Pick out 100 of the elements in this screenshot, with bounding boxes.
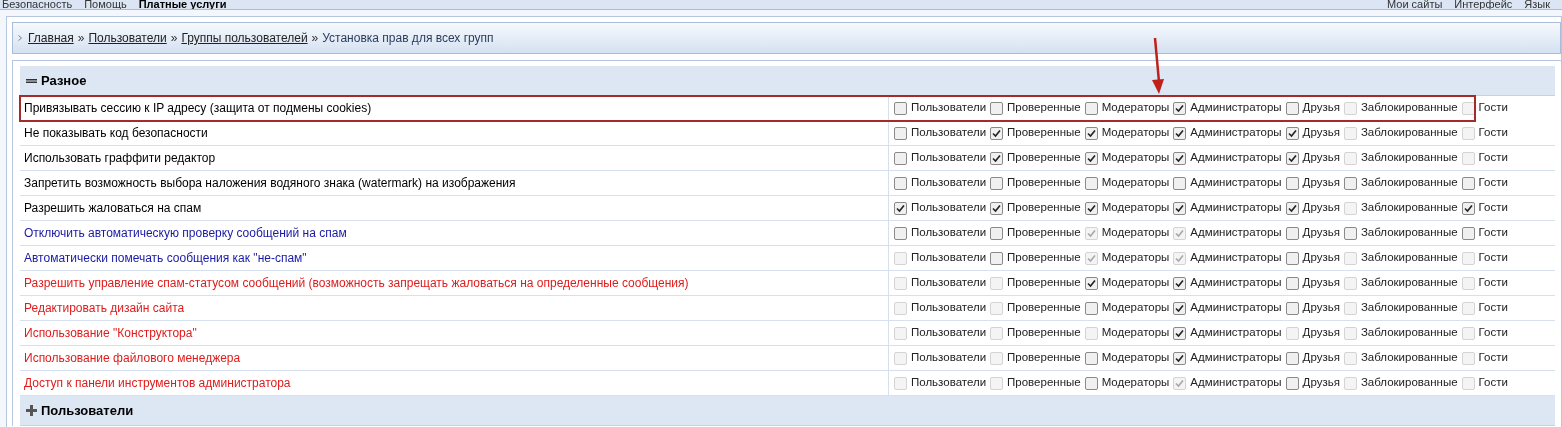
- checkbox[interactable]: [990, 251, 1004, 265]
- group-label: Гости: [1478, 100, 1508, 116]
- checkbox[interactable]: [1173, 151, 1187, 165]
- checkbox[interactable]: [1173, 101, 1187, 115]
- group-label: Заблокированные: [1360, 100, 1458, 116]
- group-label: Гости: [1478, 225, 1508, 241]
- group-label: Модераторы: [1101, 275, 1170, 291]
- checkbox[interactable]: [894, 126, 907, 140]
- checkbox[interactable]: [1461, 201, 1475, 215]
- section-title: Пользователи: [41, 401, 134, 420]
- checkmark-icon: [1175, 228, 1185, 238]
- group-label: Заблокированные: [1360, 250, 1458, 266]
- checkmark-icon: [1175, 128, 1185, 138]
- checkbox[interactable]: [1173, 326, 1187, 340]
- section-header[interactable]: Разное: [20, 66, 1555, 96]
- checkbox[interactable]: [1285, 201, 1299, 215]
- group-label: Проверенные: [1007, 375, 1081, 391]
- checkbox[interactable]: [1285, 376, 1299, 390]
- checkbox[interactable]: [1461, 176, 1475, 190]
- group-label: Пользователи: [911, 350, 987, 366]
- group-label: Администраторы: [1190, 275, 1282, 291]
- checkmark-icon: [1175, 253, 1185, 263]
- checkbox[interactable]: [1285, 101, 1299, 115]
- checkbox[interactable]: [1285, 351, 1299, 365]
- group-label: Администраторы: [1190, 325, 1282, 341]
- breadcrumb-link[interactable]: Пользователи: [88, 29, 167, 47]
- checkmark-icon: [992, 153, 1002, 163]
- checkbox[interactable]: [894, 101, 907, 115]
- top-menu-link[interactable]: Мои сайты: [1387, 0, 1443, 9]
- group-label: Друзья: [1302, 200, 1340, 216]
- section-header[interactable]: Пользователи: [20, 396, 1555, 426]
- checkmark-icon: [1086, 203, 1096, 213]
- checkbox[interactable]: [1285, 151, 1299, 165]
- checkbox[interactable]: [1084, 276, 1098, 290]
- top-menu-link[interactable]: Язык: [1524, 0, 1550, 9]
- checkbox[interactable]: [990, 151, 1004, 165]
- checkbox[interactable]: [990, 126, 1004, 140]
- group-label: Модераторы: [1101, 200, 1170, 216]
- group-label: Друзья: [1302, 250, 1340, 266]
- group-label: Пользователи: [911, 175, 987, 191]
- group-label: Друзья: [1302, 300, 1340, 316]
- checkmark-icon: [992, 203, 1002, 213]
- checkbox[interactable]: [1285, 126, 1299, 140]
- breadcrumb-link[interactable]: Группы пользователей: [181, 29, 308, 47]
- checkbox[interactable]: [894, 176, 907, 190]
- checkbox[interactable]: [1173, 126, 1187, 140]
- checkbox[interactable]: [1173, 176, 1187, 190]
- checkbox[interactable]: [1285, 176, 1299, 190]
- checkbox[interactable]: [1343, 176, 1357, 190]
- checkbox[interactable]: [1084, 201, 1098, 215]
- checkbox[interactable]: [1173, 351, 1187, 365]
- group-label: Пользователи: [911, 300, 987, 316]
- checkbox[interactable]: [1285, 301, 1299, 315]
- group-label: Гости: [1478, 300, 1508, 316]
- group-label: Пользователи: [911, 225, 987, 241]
- checkbox[interactable]: [1084, 151, 1098, 165]
- checkbox[interactable]: [990, 226, 1004, 240]
- top-menu-link[interactable]: Безопасность: [2, 0, 73, 9]
- checkbox[interactable]: [894, 151, 907, 165]
- checkbox[interactable]: [1285, 276, 1299, 290]
- permission-label: Разрешить жаловаться на спам: [24, 200, 202, 217]
- checkbox[interactable]: [1173, 301, 1187, 315]
- group-label: Гости: [1478, 200, 1508, 216]
- checkbox[interactable]: [1084, 376, 1098, 390]
- group-label: Гости: [1478, 175, 1508, 191]
- checkbox[interactable]: [1084, 351, 1098, 365]
- checkbox[interactable]: [1173, 276, 1187, 290]
- permission-label: Разрешить управление спам-статусом сообщений (возможность запрещать жаловаться на определенные сообщения): [24, 275, 689, 292]
- group-label: Пользователи: [911, 375, 987, 391]
- checkbox[interactable]: [1285, 251, 1299, 265]
- checkbox[interactable]: [1084, 301, 1098, 315]
- group-label: Администраторы: [1190, 175, 1282, 191]
- permission-label: Использовать граффити редактор: [24, 150, 216, 167]
- group-label: Друзья: [1302, 100, 1340, 116]
- permission-label: Использование "Конструктора": [24, 325, 197, 342]
- checkbox[interactable]: [990, 201, 1004, 215]
- checkbox[interactable]: [1173, 201, 1187, 215]
- checkbox[interactable]: [1343, 226, 1357, 240]
- breadcrumb-separator: »: [170, 30, 178, 47]
- checkbox[interactable]: [1084, 101, 1098, 115]
- checkmark-icon: [1175, 153, 1185, 163]
- group-label: Администраторы: [1190, 200, 1282, 216]
- checkbox[interactable]: [1461, 226, 1475, 240]
- group-label: Заблокированные: [1360, 125, 1458, 141]
- checkbox[interactable]: [990, 176, 1004, 190]
- group-label: Проверенные: [1007, 175, 1081, 191]
- group-label: Проверенные: [1007, 225, 1081, 241]
- group-label: Гости: [1478, 125, 1508, 141]
- checkbox[interactable]: [1285, 226, 1299, 240]
- checkbox[interactable]: [894, 201, 907, 215]
- checkbox[interactable]: [1084, 126, 1098, 140]
- checkbox[interactable]: [1084, 176, 1098, 190]
- group-label: Модераторы: [1101, 225, 1170, 241]
- checkbox[interactable]: [894, 226, 907, 240]
- checkbox[interactable]: [990, 101, 1004, 115]
- group-label: Заблокированные: [1360, 175, 1458, 191]
- group-label: Модераторы: [1101, 100, 1170, 116]
- permission-label: Автоматически помечать сообщения как "не-спам": [24, 250, 307, 267]
- group-label: Заблокированные: [1360, 325, 1458, 341]
- breadcrumb-link[interactable]: Главная: [28, 29, 74, 47]
